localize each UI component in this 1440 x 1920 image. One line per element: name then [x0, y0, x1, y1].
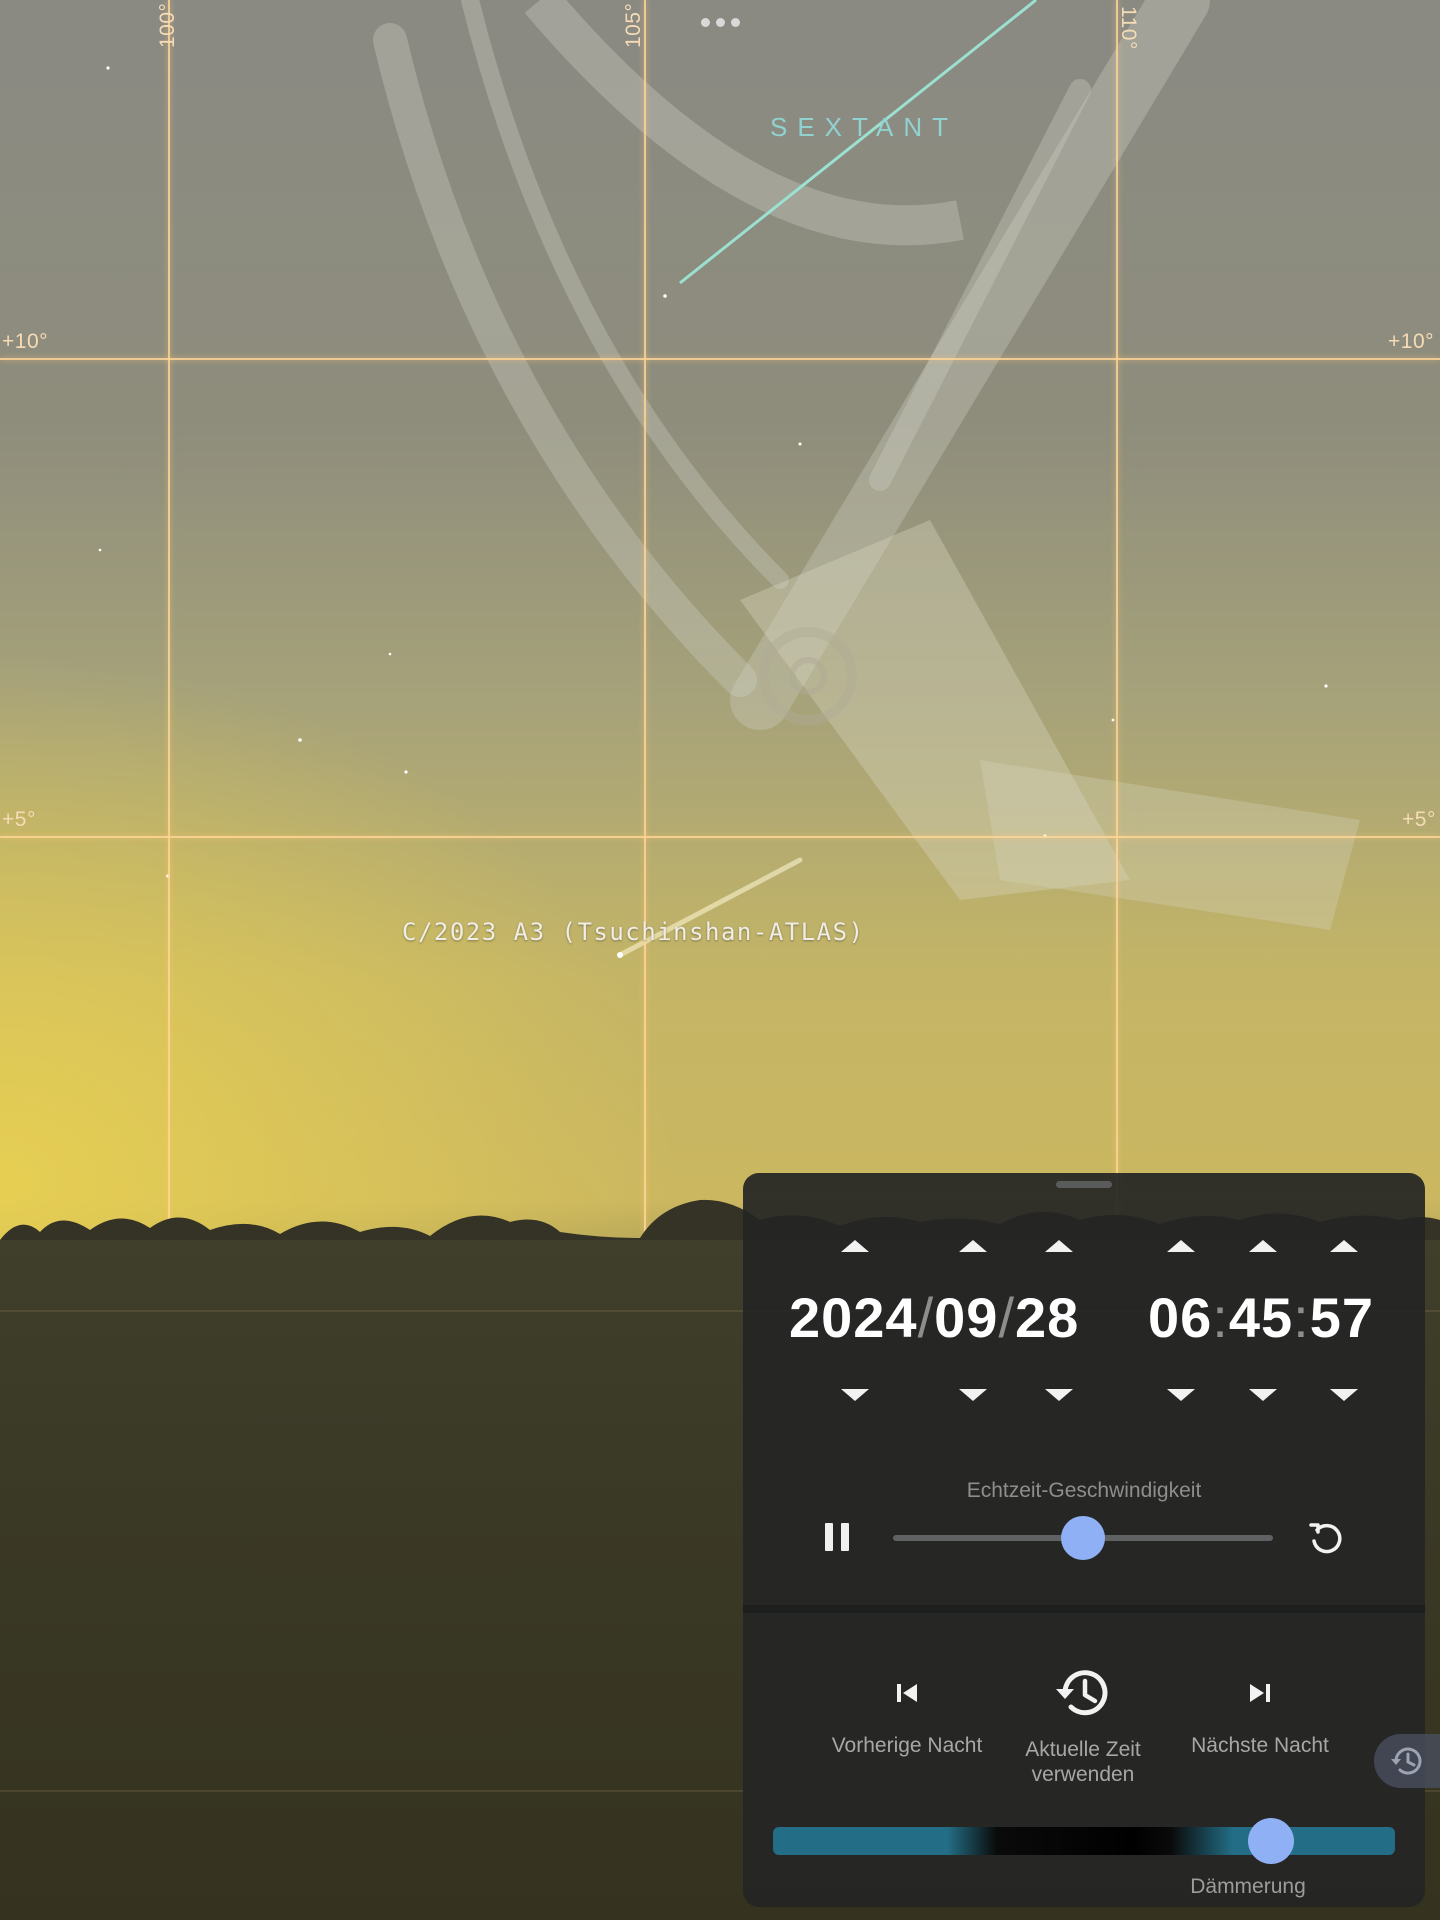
month-value[interactable]: 09	[934, 1286, 998, 1349]
time-control-panel: 2024/09/28 06:45:57 Echtzeit-Geschwindig…	[743, 1173, 1425, 1907]
day-down-arrow[interactable]	[1045, 1389, 1073, 1401]
twilight-label: Dämmerung	[1190, 1875, 1306, 1898]
current-time-label-line2: verwenden	[1031, 1763, 1135, 1786]
day-up-arrow[interactable]	[1045, 1240, 1073, 1252]
reset-speed-button[interactable]	[1305, 1517, 1349, 1561]
comet-nucleus	[617, 952, 623, 958]
ra-label: 110°	[1117, 6, 1140, 50]
history-icon	[1391, 1747, 1422, 1775]
speed-slider-thumb[interactable]	[1061, 1516, 1105, 1560]
pause-icon	[825, 1523, 833, 1551]
hour-down-arrow[interactable]	[1167, 1389, 1195, 1401]
stars	[98, 66, 1328, 878]
year-up-arrow[interactable]	[841, 1240, 869, 1252]
skip-next-icon	[1250, 1684, 1270, 1702]
next-night-button[interactable]: Nächste Nacht	[1170, 1653, 1350, 1758]
dec-grid-line	[0, 836, 1440, 838]
dec-label: +5°	[2, 808, 36, 831]
previous-night-button[interactable]: Vorherige Nacht	[817, 1653, 997, 1758]
month-down-arrow[interactable]	[959, 1389, 987, 1401]
pause-button[interactable]	[823, 1519, 855, 1555]
dec-label: +10°	[2, 330, 49, 353]
second-value[interactable]: 57	[1310, 1286, 1374, 1349]
time-display: 06:45:57	[1148, 1286, 1375, 1349]
minute-up-arrow[interactable]	[1249, 1240, 1277, 1252]
minute-value[interactable]: 45	[1229, 1286, 1293, 1349]
hour-up-arrow[interactable]	[1167, 1240, 1195, 1252]
minute-down-arrow[interactable]	[1249, 1389, 1277, 1401]
previous-night-label: Vorherige Nacht	[831, 1734, 983, 1757]
second-up-arrow[interactable]	[1330, 1240, 1358, 1252]
history-icon	[1056, 1670, 1108, 1716]
next-night-label: Nächste Nacht	[1191, 1734, 1329, 1757]
time-history-tab[interactable]	[1374, 1734, 1440, 1788]
menu-dots-icon[interactable]	[698, 18, 742, 30]
current-time-label-line1: Aktuelle Zeit	[1025, 1738, 1141, 1761]
date-display: 2024/09/28	[789, 1286, 1080, 1349]
comet-label[interactable]: C/2023 A3 (Tsuchinshan-ATLAS)	[402, 918, 865, 946]
day-value[interactable]: 28	[1015, 1286, 1079, 1349]
dec-label: +5°	[1402, 808, 1436, 831]
reset-icon	[1309, 1523, 1342, 1554]
current-time-button[interactable]: Aktuelle Zeit verwenden	[993, 1653, 1173, 1787]
skip-previous-icon	[897, 1684, 917, 1702]
constellation-artwork	[98, 0, 1360, 958]
year-value[interactable]: 2024	[789, 1286, 918, 1349]
drag-handle[interactable]	[1056, 1181, 1112, 1188]
constellation-label[interactable]: SEXTANT	[770, 112, 958, 143]
second-down-arrow[interactable]	[1330, 1389, 1358, 1401]
ra-label: 105°	[622, 2, 645, 48]
panel-divider	[743, 1605, 1425, 1613]
speed-label: Echtzeit-Geschwindigkeit	[966, 1479, 1202, 1502]
dec-label: +10°	[1388, 330, 1435, 353]
ra-label: 100°	[156, 2, 179, 48]
hour-value[interactable]: 06	[1148, 1286, 1212, 1349]
year-down-arrow[interactable]	[841, 1389, 869, 1401]
twilight-slider[interactable]	[773, 1827, 1395, 1855]
dec-grid-line	[0, 358, 1440, 360]
twilight-slider-thumb[interactable]	[1247, 1818, 1294, 1864]
month-up-arrow[interactable]	[959, 1240, 987, 1252]
